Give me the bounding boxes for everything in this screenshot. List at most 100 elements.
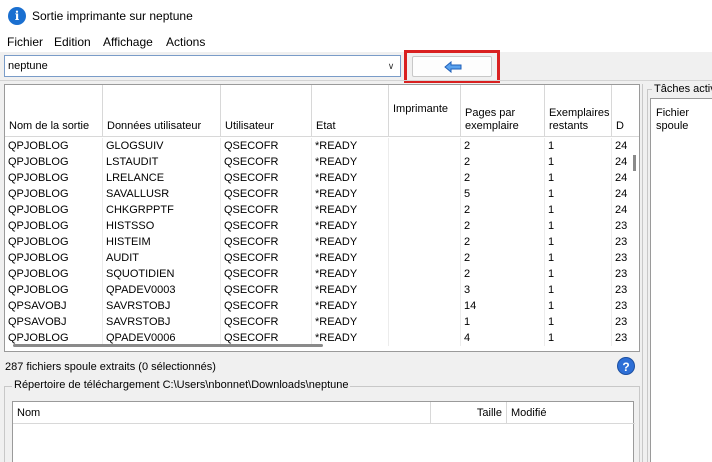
cell-utilisateur: QSECOFR: [221, 314, 312, 330]
cell-imprimante: [389, 330, 461, 346]
table-row[interactable]: QPJOBLOG HISTEIM QSECOFR *READY 2 1 23: [5, 234, 639, 250]
table-row[interactable]: QPSAVOBJ SAVRSTOBJ QSECOFR *READY 1 1 23: [5, 314, 639, 330]
cell-etat: *READY: [312, 234, 389, 250]
cell-imprimante: [389, 186, 461, 202]
menu-fichier[interactable]: Fichier: [7, 35, 43, 49]
cell-utilisateur: QSECOFR: [221, 250, 312, 266]
cell-exemplaires: 1: [545, 314, 612, 330]
cell-etat: *READY: [312, 330, 389, 346]
download-directory-legend: Répertoire de téléchargement C:\Users\nb…: [12, 379, 351, 391]
system-select[interactable]: neptune ∨: [4, 55, 401, 77]
cell-exemplaires: 1: [545, 138, 612, 154]
cell-imprimante: [389, 282, 461, 298]
cell-exemplaires: 1: [545, 186, 612, 202]
cell-date: 23: [612, 282, 639, 298]
cell-utilisateur: QSECOFR: [221, 186, 312, 202]
cell-nom-sortie: QPJOBLOG: [5, 170, 103, 186]
spool-table-header: Nom de la sortie Données utilisateur Uti…: [5, 85, 639, 137]
table-row[interactable]: QPJOBLOG GLOGSUIV QSECOFR *READY 2 1 24: [5, 138, 639, 154]
cell-donnees-utilisateur: SAVRSTOBJ: [103, 314, 221, 330]
cell-imprimante: [389, 170, 461, 186]
system-select-value: neptune: [8, 60, 48, 72]
cell-date: 23: [612, 218, 639, 234]
table-row[interactable]: QPJOBLOG SQUOTIDIEN QSECOFR *READY 2 1 23: [5, 266, 639, 282]
cell-pages: 2: [461, 234, 545, 250]
help-icon[interactable]: ?: [617, 357, 635, 375]
col-nom-sortie[interactable]: Nom de la sortie: [5, 85, 103, 137]
menu-bar: Fichier Edition Affichage Actions: [0, 32, 712, 52]
cell-imprimante: [389, 298, 461, 314]
cell-donnees-utilisateur: HISTSSO: [103, 218, 221, 234]
cell-pages: 14: [461, 298, 545, 314]
vertical-scrollbar[interactable]: [633, 155, 636, 171]
cell-imprimante: [389, 266, 461, 282]
cell-donnees-utilisateur: AUDIT: [103, 250, 221, 266]
horizontal-scrollbar[interactable]: [13, 344, 323, 347]
menu-actions[interactable]: Actions: [166, 35, 205, 49]
cell-utilisateur: QSECOFR: [221, 234, 312, 250]
cell-utilisateur: QSECOFR: [221, 298, 312, 314]
cell-donnees-utilisateur: SQUOTIDIEN: [103, 266, 221, 282]
cell-exemplaires: 1: [545, 250, 612, 266]
cell-utilisateur: QSECOFR: [221, 266, 312, 282]
arrow-left-icon: [444, 61, 462, 73]
menu-edition[interactable]: Edition: [54, 35, 91, 49]
cell-nom-sortie: QPJOBLOG: [5, 202, 103, 218]
cell-date: 23: [612, 298, 639, 314]
cell-exemplaires: 1: [545, 266, 612, 282]
cell-imprimante: [389, 218, 461, 234]
cell-donnees-utilisateur: SAVALLUSR: [103, 186, 221, 202]
cell-pages: 2: [461, 202, 545, 218]
table-row[interactable]: QPJOBLOG HISTSSO QSECOFR *READY 2 1 23: [5, 218, 639, 234]
cell-pages: 2: [461, 138, 545, 154]
cell-imprimante: [389, 250, 461, 266]
table-row[interactable]: QPJOBLOG LRELANCE QSECOFR *READY 2 1 24: [5, 170, 639, 186]
table-row[interactable]: QPJOBLOG CHKGRPPTF QSECOFR *READY 2 1 24: [5, 202, 639, 218]
cell-etat: *READY: [312, 314, 389, 330]
cell-exemplaires: 1: [545, 218, 612, 234]
menu-affichage[interactable]: Affichage: [103, 35, 153, 49]
col-nom[interactable]: Nom: [13, 402, 431, 424]
cell-donnees-utilisateur: QPADEV0003: [103, 282, 221, 298]
cell-etat: *READY: [312, 170, 389, 186]
cell-etat: *READY: [312, 266, 389, 282]
table-row[interactable]: QPSAVOBJ SAVRSTOBJ QSECOFR *READY 14 1 23: [5, 298, 639, 314]
cell-date: 23: [612, 314, 639, 330]
cell-date: 23: [612, 330, 639, 346]
cell-nom-sortie: QPJOBLOG: [5, 138, 103, 154]
col-pages-exemplaire[interactable]: Pages par exemplaire: [461, 85, 545, 137]
cell-exemplaires: 1: [545, 154, 612, 170]
cell-nom-sortie: QPJOBLOG: [5, 218, 103, 234]
table-row[interactable]: QPJOBLOG QPADEV0003 QSECOFR *READY 3 1 23: [5, 282, 639, 298]
col-taille[interactable]: Taille: [431, 402, 507, 424]
download-table: Nom Taille Modifié: [12, 401, 635, 462]
col-donnees-utilisateur[interactable]: Données utilisateur: [103, 85, 221, 137]
table-row[interactable]: QPJOBLOG LSTAUDIT QSECOFR *READY 2 1 24: [5, 154, 639, 170]
cell-donnees-utilisateur: HISTEIM: [103, 234, 221, 250]
cell-nom-sortie: QPJOBLOG: [5, 154, 103, 170]
cell-pages: 3: [461, 282, 545, 298]
col-date[interactable]: D: [612, 85, 639, 137]
title-bar: i Sortie imprimante sur neptune: [0, 0, 712, 32]
cell-etat: *READY: [312, 186, 389, 202]
download-table-header: Nom Taille Modifié: [13, 402, 635, 424]
cell-etat: *READY: [312, 298, 389, 314]
cell-imprimante: [389, 314, 461, 330]
col-utilisateur[interactable]: Utilisateur: [221, 85, 312, 137]
pane-splitter[interactable]: [642, 84, 643, 462]
table-row[interactable]: QPJOBLOG AUDIT QSECOFR *READY 2 1 23: [5, 250, 639, 266]
cell-utilisateur: QSECOFR: [221, 154, 312, 170]
back-button[interactable]: [412, 56, 492, 77]
app-icon: i: [8, 7, 26, 25]
cell-date: 24: [612, 170, 639, 186]
col-exemplaires-restants[interactable]: Exemplaires restants: [545, 85, 612, 137]
col-modifie[interactable]: Modifié: [507, 402, 635, 424]
cell-nom-sortie: QPJOBLOG: [5, 266, 103, 282]
cell-date: 24: [612, 138, 639, 154]
cell-donnees-utilisateur: LRELANCE: [103, 170, 221, 186]
col-fichier-spoule[interactable]: Fichier spoule: [656, 107, 712, 133]
table-row[interactable]: QPJOBLOG SAVALLUSR QSECOFR *READY 5 1 24: [5, 186, 639, 202]
col-etat[interactable]: Etat: [312, 85, 389, 137]
col-imprimante[interactable]: Imprimante: [389, 85, 461, 137]
chevron-down-icon[interactable]: ∨: [385, 59, 397, 73]
